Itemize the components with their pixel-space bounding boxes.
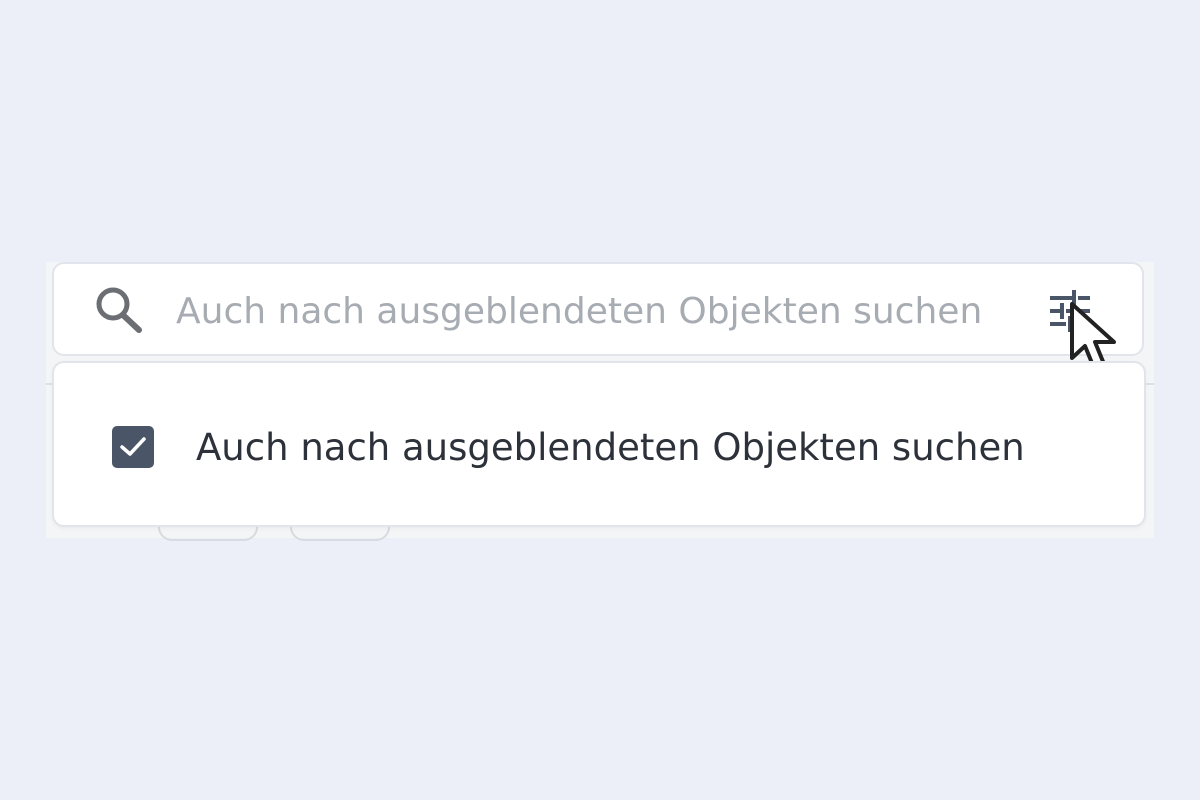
screen: Auch nach ausgeblendeten Objekten suchen [0, 0, 1200, 800]
tune-icon[interactable] [1046, 290, 1094, 332]
checkmark-icon [120, 437, 146, 456]
search-input[interactable] [176, 286, 1026, 336]
search-icon [96, 287, 142, 333]
option-include-hidden[interactable]: Auch nach ausgeblendeten Objekten suchen [112, 420, 1072, 474]
option-label: Auch nach ausgeblendeten Objekten suchen [196, 425, 1025, 469]
checkbox-include-hidden[interactable] [112, 426, 154, 468]
